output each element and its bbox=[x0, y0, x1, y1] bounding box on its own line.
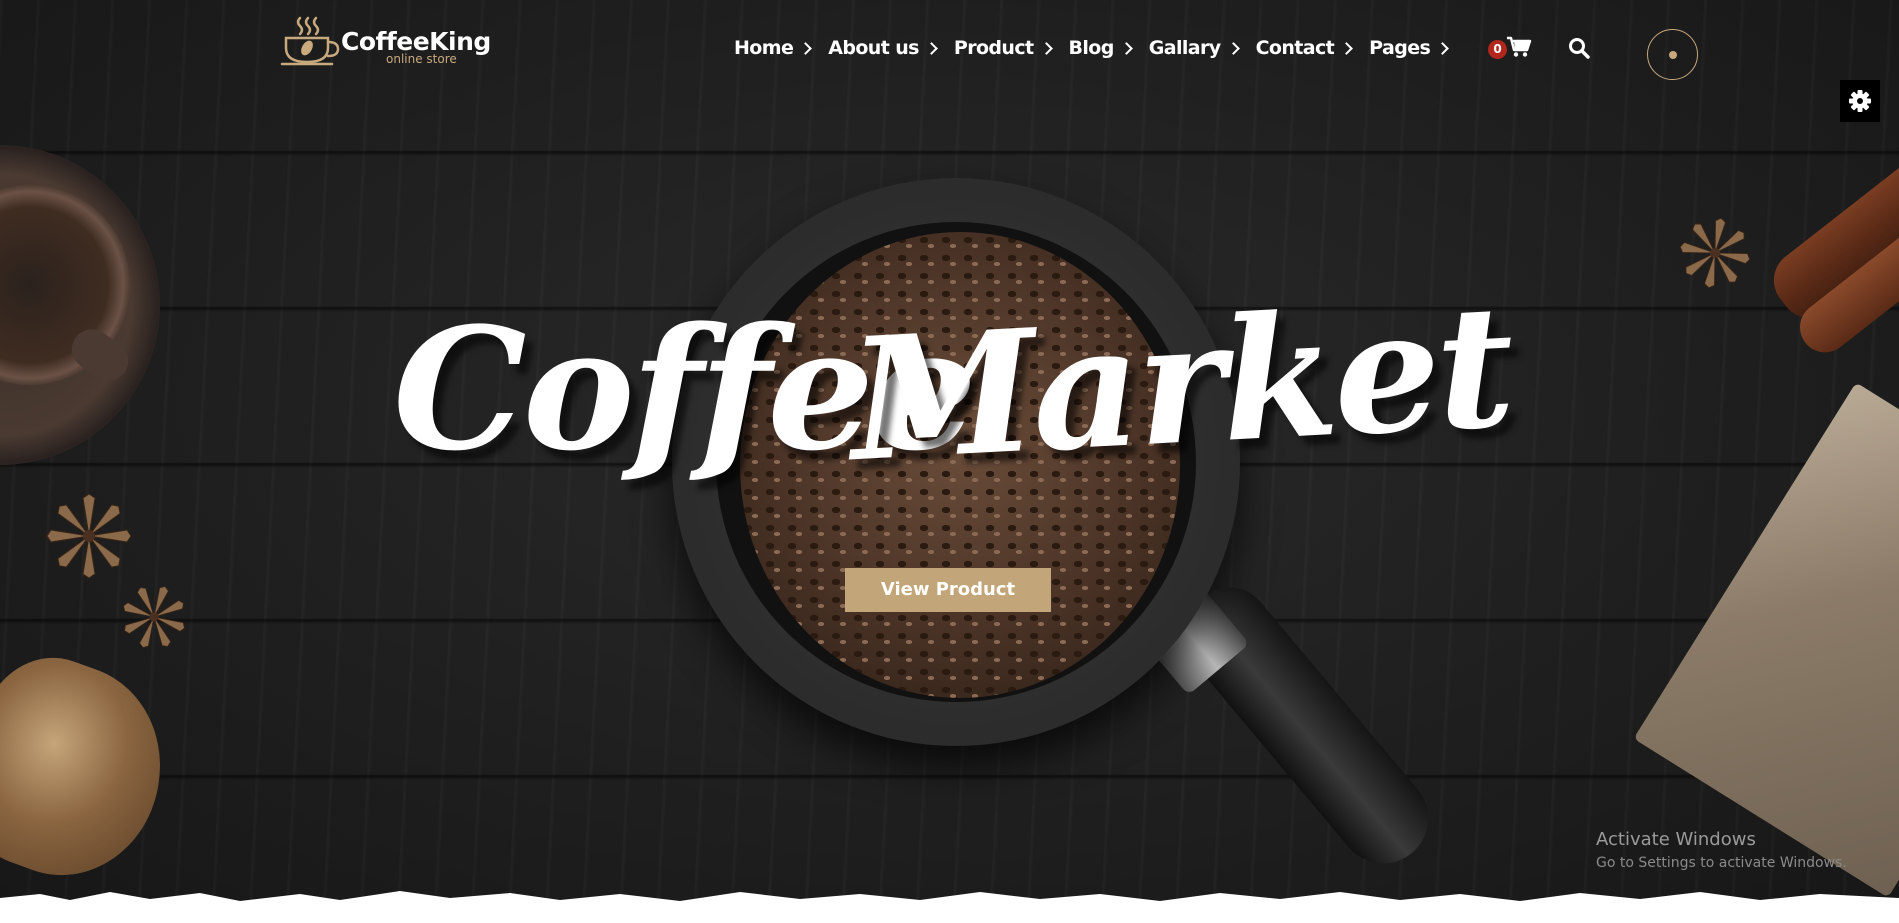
nav-item-gallary[interactable]: Gallary bbox=[1148, 37, 1240, 59]
search-icon[interactable] bbox=[1568, 37, 1590, 59]
cart-count-badge: 0 bbox=[1488, 40, 1507, 59]
shopping-cart-icon bbox=[1507, 36, 1532, 57]
settings-button[interactable] bbox=[1840, 80, 1880, 122]
chevron-right-icon bbox=[925, 41, 938, 55]
gear-icon bbox=[1849, 90, 1871, 112]
chevron-right-icon bbox=[1039, 41, 1053, 55]
nav-item-product[interactable]: Product bbox=[953, 37, 1053, 59]
nav-item-label: About us bbox=[828, 37, 919, 59]
nav-item-label: Product bbox=[953, 37, 1034, 59]
hero-section: CoffeeKing online store Home About us Pr… bbox=[0, 0, 1899, 905]
star-anise-icon bbox=[123, 586, 185, 648]
wooden-board-image bbox=[1633, 382, 1899, 898]
chevron-right-icon bbox=[1340, 41, 1354, 55]
view-product-button[interactable]: View Product bbox=[845, 568, 1051, 612]
nav-item-contact[interactable]: Contact bbox=[1255, 37, 1354, 59]
nav-item-about-us[interactable]: About us bbox=[828, 37, 938, 59]
croissant-image bbox=[0, 638, 191, 902]
headline-word-market: Market bbox=[845, 266, 1515, 500]
brand-tagline: online store bbox=[386, 52, 457, 66]
nav-item-label: Pages bbox=[1369, 37, 1431, 59]
nav-item-blog[interactable]: Blog bbox=[1068, 37, 1133, 59]
nav-item-label: Gallary bbox=[1148, 37, 1221, 59]
activate-windows-subtitle: Go to Settings to activate Windows. bbox=[1596, 855, 1847, 871]
chevron-right-icon bbox=[1436, 41, 1450, 55]
nav-item-pages[interactable]: Pages bbox=[1369, 37, 1450, 59]
dot-icon bbox=[1669, 51, 1677, 59]
activate-windows-title: Activate Windows bbox=[1596, 829, 1756, 850]
star-anise-icon bbox=[46, 493, 132, 579]
nav-item-label: Blog bbox=[1068, 37, 1115, 59]
chevron-right-icon bbox=[1119, 41, 1133, 55]
nav-item-label: Home bbox=[734, 37, 794, 59]
menu-toggle-button[interactable] bbox=[1647, 29, 1698, 80]
chevron-right-icon bbox=[799, 41, 813, 55]
main-navigation: Home About us Product Blog Gallary Conta… bbox=[734, 36, 1465, 60]
cart-button[interactable]: 0 bbox=[1488, 36, 1534, 62]
nav-item-home[interactable]: Home bbox=[734, 37, 813, 59]
nav-item-label: Contact bbox=[1255, 37, 1335, 59]
star-anise-icon bbox=[1679, 217, 1751, 289]
torn-paper-edge bbox=[0, 891, 1899, 923]
chevron-right-icon bbox=[1226, 41, 1240, 55]
